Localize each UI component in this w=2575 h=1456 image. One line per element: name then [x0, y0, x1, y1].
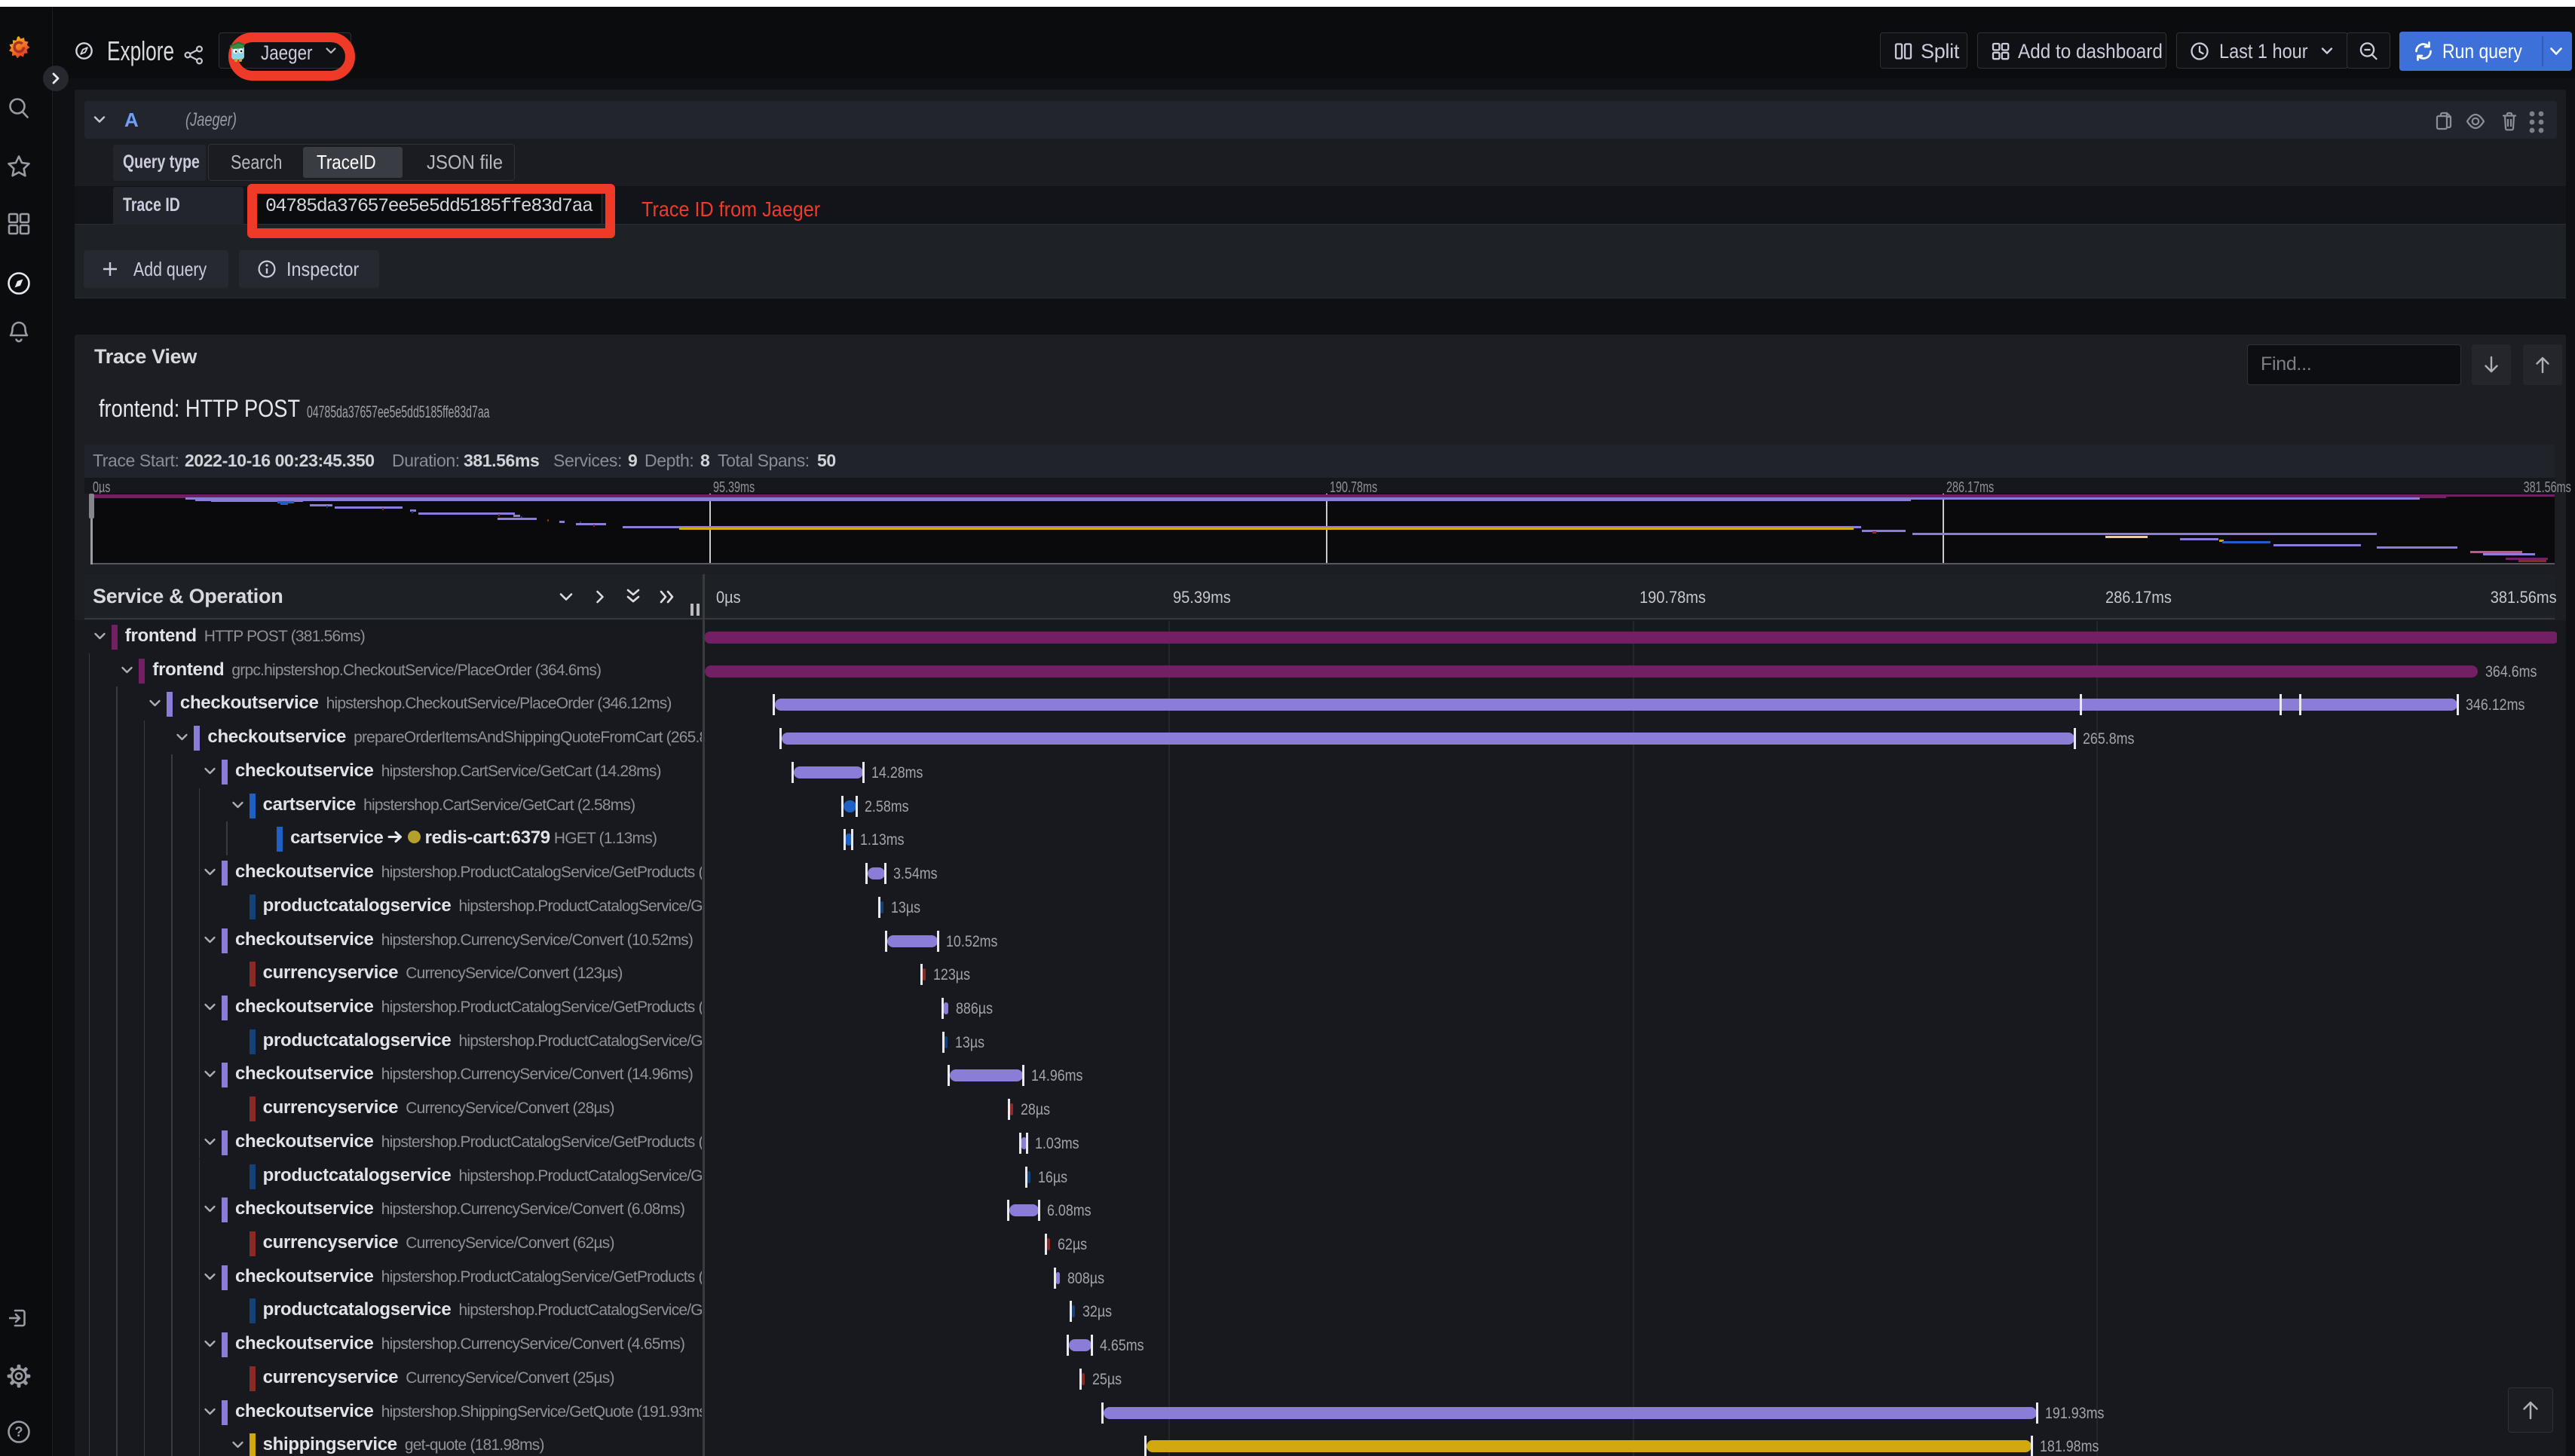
svg-text:?: ?: [15, 1424, 23, 1439]
